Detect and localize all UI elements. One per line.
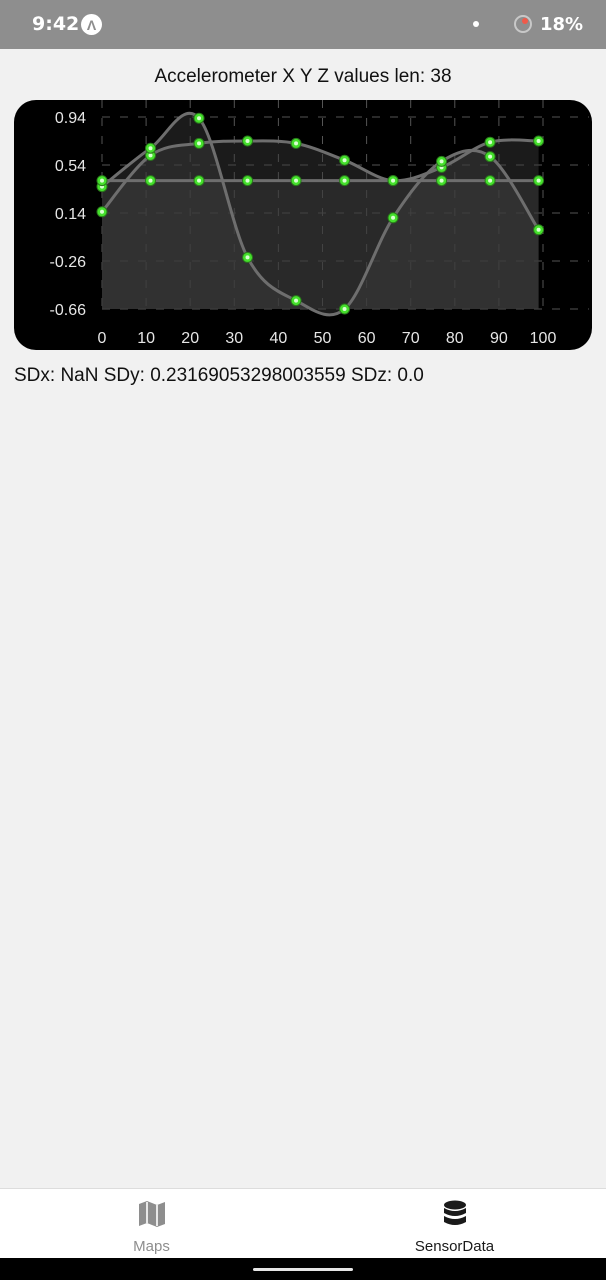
data-point-highlight [148,178,153,183]
x-tick-label: 0 [98,330,107,347]
data-point-highlight [294,141,299,146]
data-point-highlight [197,141,202,146]
data-point-highlight [439,178,444,183]
tab-maps[interactable]: Maps [0,1189,303,1259]
x-tick-label: 30 [225,330,243,347]
data-point-highlight [197,116,202,121]
data-point-highlight [391,215,396,220]
tab-sensordata-label: SensorData [414,1238,495,1255]
data-point-highlight [488,178,493,183]
system-navigation-bar [0,1258,606,1280]
tab-maps-label: Maps [133,1238,170,1255]
x-tick-label: 80 [446,330,464,347]
data-point-highlight [342,158,347,163]
x-tick-label: 60 [358,330,376,347]
data-point-highlight [391,178,396,183]
y-tick-label: -0.66 [50,302,87,319]
status-time: 9:42 [32,13,80,35]
expo-icon: Λ [81,14,102,35]
data-point-highlight [294,298,299,303]
tab-sensordata[interactable]: SensorData [303,1189,606,1259]
x-tick-label: 10 [137,330,155,347]
data-point-highlight [100,178,104,183]
data-point-highlight [536,227,541,232]
data-point-highlight [488,140,493,145]
data-point-highlight [245,139,250,143]
data-point-highlight [245,178,250,183]
data-point-highlight [536,139,541,143]
data-point-highlight [536,178,541,183]
home-gesture-handle[interactable] [253,1268,353,1271]
data-point-highlight [148,153,153,158]
chart-canvas: 0.94 0.54 0.14 -0.26 -0.66 0 10 20 30 40 50 60 70 80 9… [50,100,589,347]
x-tick-label: 40 [270,330,288,347]
data-point-highlight [342,307,347,311]
x-tick-label: 50 [314,330,332,347]
notification-dot-icon [473,21,479,27]
data-point-highlight [342,178,347,183]
data-point-highlight [488,154,493,159]
series-area [102,180,539,309]
standard-deviation-text: SDx: NaN SDy: 0.23169053298003559 SDz: 0… [14,365,424,386]
data-point-highlight [245,255,250,260]
accelerometer-chart: 0.94 0.54 0.14 -0.26 -0.66 0 10 20 30 40 50 60 70 80 9… [14,100,592,350]
data-point-highlight [294,178,299,183]
map-icon [139,1201,165,1227]
data-point-highlight [100,209,104,214]
chart-title: Accelerometer X Y Z values len: 38 [154,66,452,87]
y-tick-label: 0.14 [55,206,86,223]
battery-saver-icon [514,15,532,33]
x-tick-label: 100 [530,330,557,347]
data-point-highlight [439,159,444,164]
data-point-highlight [197,178,202,183]
bottom-tab-bar: Maps SensorData [0,1188,606,1259]
y-tick-label: 0.54 [55,158,86,175]
status-bar: 9:42 Λ 18% [0,0,606,49]
x-tick-label: 20 [181,330,199,347]
database-icon [444,1200,466,1225]
y-tick-label: 0.94 [55,110,86,127]
x-tick-label: 70 [402,330,420,347]
data-point-highlight [148,146,153,151]
x-tick-label: 90 [490,330,508,347]
y-tick-label: -0.26 [50,254,87,271]
battery-percentage: 18% [540,14,584,35]
